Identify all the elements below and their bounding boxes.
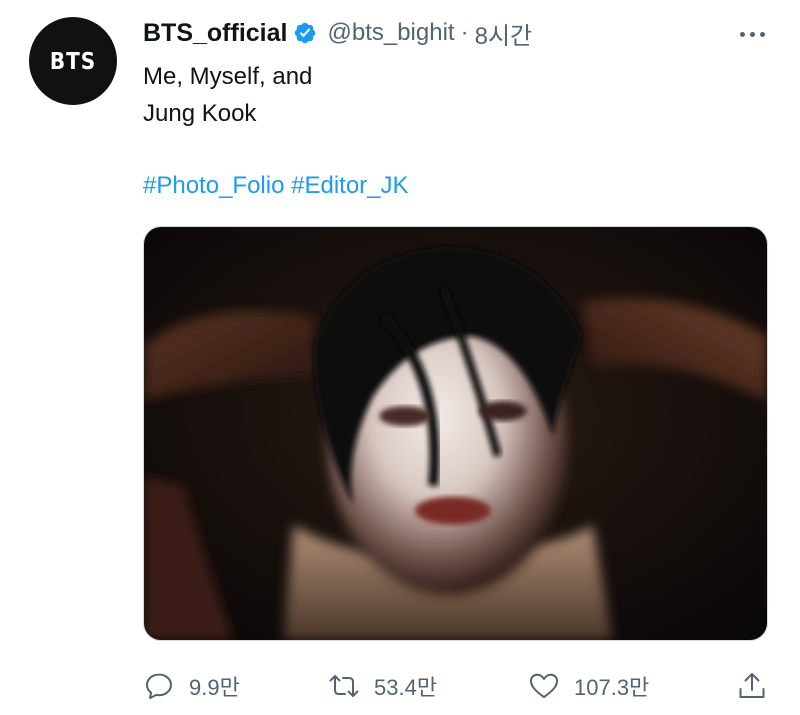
heart-icon: [530, 673, 558, 698]
share-button[interactable]: [736, 670, 768, 702]
tweet-header: BTS_official @bts_bighit · 8시간: [143, 16, 532, 50]
hashtag-row: #Photo_Folio #Editor_JK: [143, 167, 409, 204]
tweet-text: Me, Myself, and Jung Kook: [143, 58, 763, 132]
retweet-icon: [329, 675, 359, 697]
share-upload-icon: [739, 673, 765, 698]
retweet-button[interactable]: 53.4만: [328, 670, 437, 702]
more-dot-icon: [749, 31, 755, 37]
tweet-card[interactable]: BTS BTS_official @bts_bighit · 8시간 Me, M…: [0, 0, 800, 715]
tweet-text-line: Jung Kook: [143, 100, 257, 127]
photo-image: [144, 227, 767, 640]
avatar[interactable]: BTS: [29, 17, 117, 105]
reply-count: 9.9만: [189, 675, 240, 700]
separator-dot: ·: [460, 19, 469, 46]
like-count: 107.3만: [574, 675, 650, 700]
like-button[interactable]: 107.3만: [528, 670, 649, 702]
avatar-logo-text: BTS: [49, 47, 97, 75]
verified-badge-icon: [293, 21, 317, 45]
tweet-photo[interactable]: [143, 226, 768, 641]
hashtag-link[interactable]: #Editor_JK: [291, 172, 408, 199]
tweet-text-line: Me, Myself, and: [143, 63, 313, 90]
display-name[interactable]: BTS_official: [143, 19, 287, 48]
reply-bubble-icon: [146, 673, 172, 699]
reply-button[interactable]: 9.9만: [143, 670, 240, 702]
more-options-button[interactable]: [734, 20, 770, 48]
hashtag-link[interactable]: #Photo_Folio: [143, 172, 284, 199]
retweet-count: 53.4만: [374, 675, 438, 700]
more-dot-icon: [739, 31, 745, 37]
tweet-actions: 9.9만 53.4만 107.3만: [143, 666, 768, 706]
more-dot-icon: [759, 31, 765, 37]
user-handle[interactable]: @bts_bighit: [327, 19, 454, 47]
tweet-timestamp[interactable]: 8시간: [475, 16, 533, 51]
